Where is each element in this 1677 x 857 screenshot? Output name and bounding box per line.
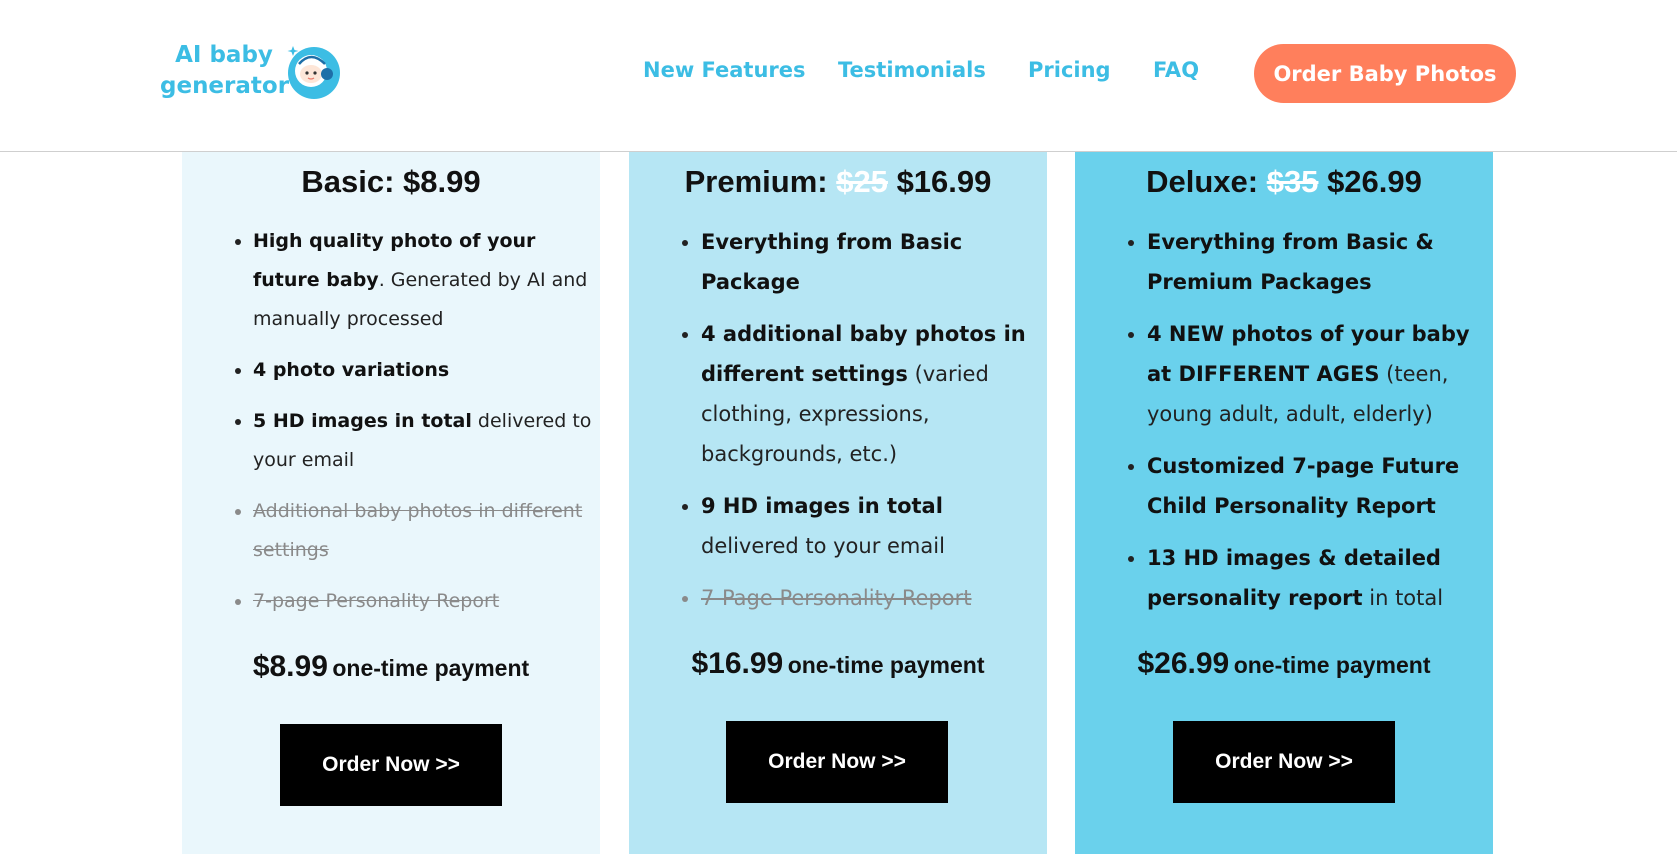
feature-item: 4 NEW photos of your baby at DIFFERENT A… <box>1147 314 1492 434</box>
feature-list: Everything from Basic & Premium Packages… <box>1122 222 1492 630</box>
pricing-card-deluxe: Deluxe: $35 $26.99 Everything from Basic… <box>1075 152 1493 854</box>
plan-title: Basic: $8.99 <box>182 164 600 200</box>
feature-item: Everything from Basic Package <box>701 222 1046 302</box>
plan-title: Deluxe: $35 $26.99 <box>1075 164 1493 200</box>
payment-amount: $26.99 <box>1137 647 1230 680</box>
payment-summary: $16.99 one-time payment <box>629 647 1047 681</box>
plan-price: $8.99 <box>403 164 481 199</box>
baby-astronaut-icon <box>287 46 340 99</box>
plan-price: $26.99 <box>1327 164 1422 199</box>
pricing-card-basic: Basic: $8.99 High quality photo of your … <box>182 152 600 854</box>
order-now-button[interactable]: Order Now >> <box>1173 721 1395 803</box>
payment-label: one-time payment <box>1233 652 1431 678</box>
payment-amount: $16.99 <box>691 647 784 680</box>
plan-name: Premium: <box>684 164 828 199</box>
nav-pricing[interactable]: Pricing <box>1028 58 1111 82</box>
plan-price: $16.99 <box>896 164 992 199</box>
feature-item: Customized 7-page Future Child Personali… <box>1147 446 1492 526</box>
order-baby-photos-button[interactable]: Order Baby Photos <box>1254 44 1516 103</box>
nav-new-features[interactable]: New Features <box>643 58 806 82</box>
feature-item: 4 additional baby photos in different se… <box>701 314 1046 474</box>
logo-text: AI baby generator <box>160 42 290 99</box>
plan-old-price: $25 <box>836 164 888 199</box>
feature-item: 13 HD images & detailed personality repo… <box>1147 538 1492 618</box>
feature-item: Everything from Basic & Premium Packages <box>1147 222 1492 302</box>
logo[interactable]: AI baby generator <box>160 40 345 106</box>
feature-list: High quality photo of your future baby. … <box>228 222 593 633</box>
payment-summary: $8.99 one-time payment <box>182 650 600 684</box>
feature-list: Everything from Basic Package 4 addition… <box>676 222 1046 630</box>
feature-item: 5 HD images in total delivered to your e… <box>253 402 593 480</box>
plan-title: Premium: $25 $16.99 <box>629 164 1047 200</box>
pricing-card-premium: Premium: $25 $16.99 Everything from Basi… <box>629 152 1047 854</box>
payment-amount: $8.99 <box>252 650 328 683</box>
feature-item: 4 photo variations <box>253 351 593 390</box>
payment-label: one-time payment <box>332 655 530 681</box>
site-header: AI baby generator New Features Testimoni… <box>0 0 1677 152</box>
nav-faq[interactable]: FAQ <box>1153 58 1199 82</box>
plan-old-price: $35 <box>1266 164 1319 199</box>
payment-label: one-time payment <box>787 652 985 678</box>
feature-item: 9 HD images in total delivered to your e… <box>701 486 1046 566</box>
plan-name: Deluxe: <box>1146 164 1259 199</box>
feature-item-unavailable: 7-Page Personality Report <box>701 578 1046 618</box>
payment-summary: $26.99 one-time payment <box>1075 647 1493 681</box>
order-now-button[interactable]: Order Now >> <box>726 721 948 803</box>
order-now-button[interactable]: Order Now >> <box>280 724 502 806</box>
nav-testimonials[interactable]: Testimonials <box>838 58 986 82</box>
feature-item: High quality photo of your future baby. … <box>253 222 593 339</box>
plan-name: Basic: <box>301 164 395 199</box>
feature-item-unavailable: Additional baby photos in different sett… <box>253 492 593 570</box>
feature-item-unavailable: 7-page Personality Report <box>253 582 593 621</box>
